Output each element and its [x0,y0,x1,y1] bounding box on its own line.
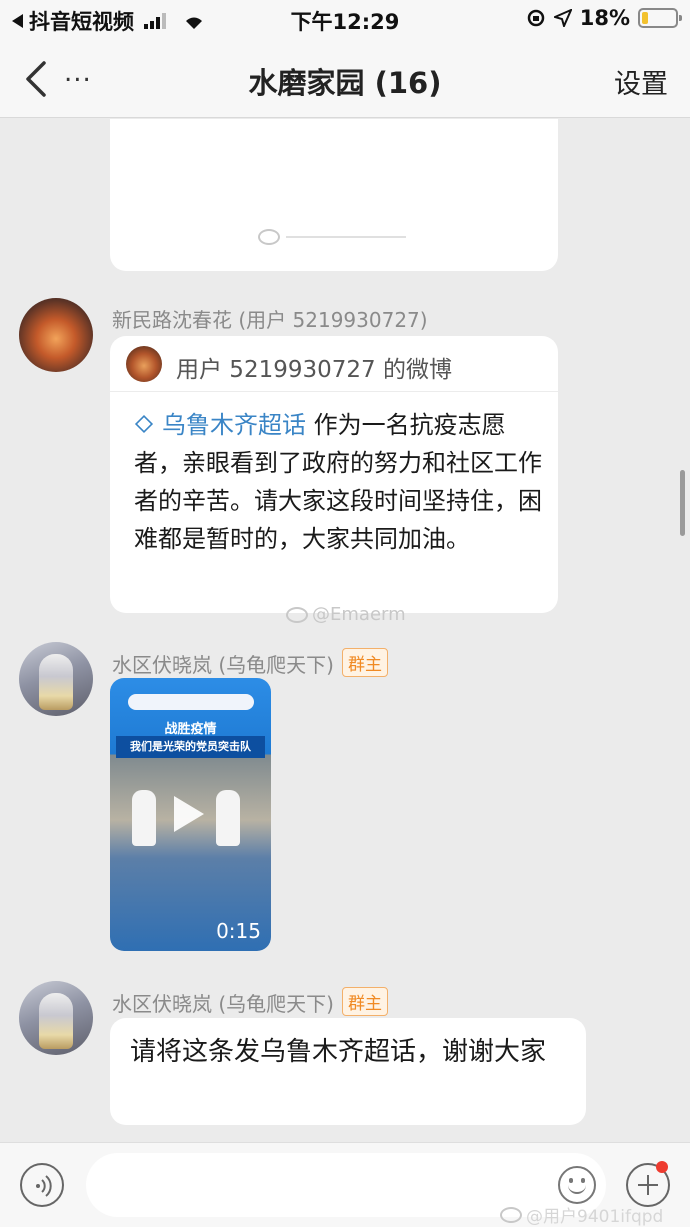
avatar[interactable] [19,298,93,372]
weibo-share-card[interactable]: 用户 5219930727 的微博 乌鲁木齐超话 作为一名抗疫志愿者，亲眼看到了… [110,336,558,613]
status-bar: 抖音短视频 下午12:29 18% [0,0,690,40]
weibo-logo-icon [500,1206,522,1223]
emoji-button[interactable] [558,1166,596,1204]
location-icon [553,9,572,27]
group-title: 水磨家园 (16) [248,66,442,100]
weibo-watermark: @Emaerm [286,604,406,625]
video-caption-title: 战胜疫情 [164,722,217,737]
video-figure [216,790,240,846]
video-figure [132,790,156,846]
text-message[interactable]: 请将这条发乌鲁木齐超话，谢谢大家 [110,1018,586,1125]
supertopic-icon [134,414,154,434]
video-caption-subtitle: 我们是光荣的党员突击队 [116,736,265,758]
weibo-logo-icon [258,229,280,245]
sender-name: 水区伏晓岚 (乌龟爬天下) 群主 [112,648,388,678]
avatar[interactable] [19,981,93,1055]
nav-bar: ... 水磨家园 (16) 设置 [0,40,690,118]
video-duration: 0:15 [216,919,261,943]
voice-icon [36,1175,52,1197]
battery-percent: 18% [579,6,630,30]
video-logo-strip [128,694,254,710]
voice-input-button[interactable] [20,1163,64,1207]
sender-name: 水区伏晓岚 (乌龟爬天下) 群主 [112,987,388,1017]
group-owner-badge: 群主 [341,648,388,677]
sender-name: 新民路沈春花 (用户 5219930727) [112,308,428,332]
avatar[interactable] [19,642,93,716]
previous-message-card[interactable] [110,119,558,271]
battery-icon [638,8,682,28]
supertopic-link[interactable]: 乌鲁木齐超话 [162,411,306,439]
bottom-watermark: @用户9401ifqpd [500,1202,663,1227]
play-icon[interactable] [174,796,204,832]
group-owner-badge: 群主 [341,987,388,1016]
faded-watermark [258,229,406,245]
notification-dot [656,1161,668,1173]
weibo-logo-icon [286,606,308,623]
weibo-card-header: 用户 5219930727 的微博 [110,336,558,392]
weibo-post-text: 乌鲁木齐超话 作为一名抗疫志愿者，亲眼看到了政府的努力和社区工作者的辛苦。请大家… [134,406,542,558]
weibo-card-title: 用户 5219930727 的微博 [176,357,452,383]
video-message[interactable]: 战胜疫情 我们是光荣的党员突击队 0:15 [110,678,271,951]
settings-button[interactable]: 设置 [614,62,668,101]
message-text: 请将这条发乌鲁木齐超话，谢谢大家 [130,1037,547,1067]
scrollbar[interactable] [680,470,685,536]
weibo-user-avatar [126,346,162,382]
screen-lock-icon [527,9,544,27]
